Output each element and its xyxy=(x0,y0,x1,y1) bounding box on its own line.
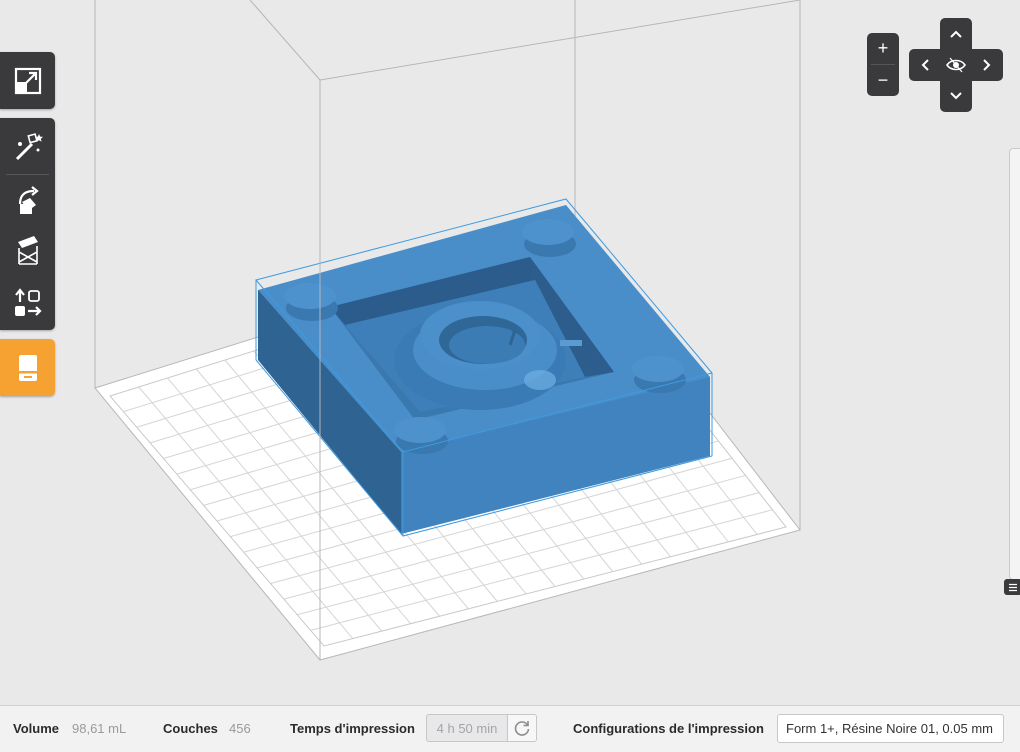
volume-label: Volume xyxy=(13,721,59,736)
chevron-right-icon xyxy=(983,59,991,71)
scale-tool-group xyxy=(0,52,55,109)
print-config-label: Configurations de l'impression xyxy=(573,721,764,736)
rotate-right-button[interactable] xyxy=(972,50,1002,80)
rotate-icon xyxy=(18,186,39,214)
print-time-label: Temps d'impression xyxy=(290,721,415,736)
layout-arrange-icon xyxy=(14,287,42,316)
rotate-up-button[interactable] xyxy=(941,19,971,49)
support-structure-icon xyxy=(17,236,38,265)
zoom-out-button[interactable]: − xyxy=(867,65,899,96)
zoom-in-button[interactable]: + xyxy=(867,33,899,64)
magic-wand-icon xyxy=(15,132,43,160)
scene-canvas[interactable] xyxy=(0,0,1020,705)
eye-icon xyxy=(946,57,966,73)
refresh-icon xyxy=(514,721,530,736)
zoom-controls: + − xyxy=(867,33,899,96)
chevron-up-icon xyxy=(950,30,962,38)
panel-toggle-button[interactable] xyxy=(1004,579,1020,595)
chevron-down-icon xyxy=(950,92,962,100)
printer-icon xyxy=(18,354,37,381)
reset-view-button[interactable] xyxy=(941,50,971,80)
layers-label: Couches xyxy=(163,721,218,736)
menu-icon xyxy=(1009,583,1017,591)
print-tool-group xyxy=(0,339,55,396)
volume-value: 98,61 mL xyxy=(72,721,127,736)
auto-support-button[interactable] xyxy=(0,118,55,173)
layout-button[interactable] xyxy=(0,275,55,330)
status-bar: Volume 98,61 mL Couches 456 Temps d'impr… xyxy=(0,705,1020,752)
print-time-value: 4 h 50 min xyxy=(426,714,508,742)
supports-button[interactable] xyxy=(0,225,55,275)
rotate-button[interactable] xyxy=(0,175,55,225)
rotate-down-button[interactable] xyxy=(941,81,971,111)
side-panel-edge xyxy=(1009,148,1020,580)
chevron-left-icon xyxy=(921,59,929,71)
print-config-select[interactable]: Form 1+, Résine Noire 01, 0.05 mm xyxy=(777,714,1004,743)
3d-viewport[interactable] xyxy=(0,0,1020,705)
layers-value: 456 xyxy=(229,721,251,736)
rotate-left-button[interactable] xyxy=(910,50,940,80)
refresh-time-button[interactable] xyxy=(507,714,537,742)
scale-button[interactable] xyxy=(0,52,55,109)
print-button[interactable] xyxy=(0,339,55,396)
edit-tool-group xyxy=(0,118,55,330)
resize-icon xyxy=(14,67,41,94)
